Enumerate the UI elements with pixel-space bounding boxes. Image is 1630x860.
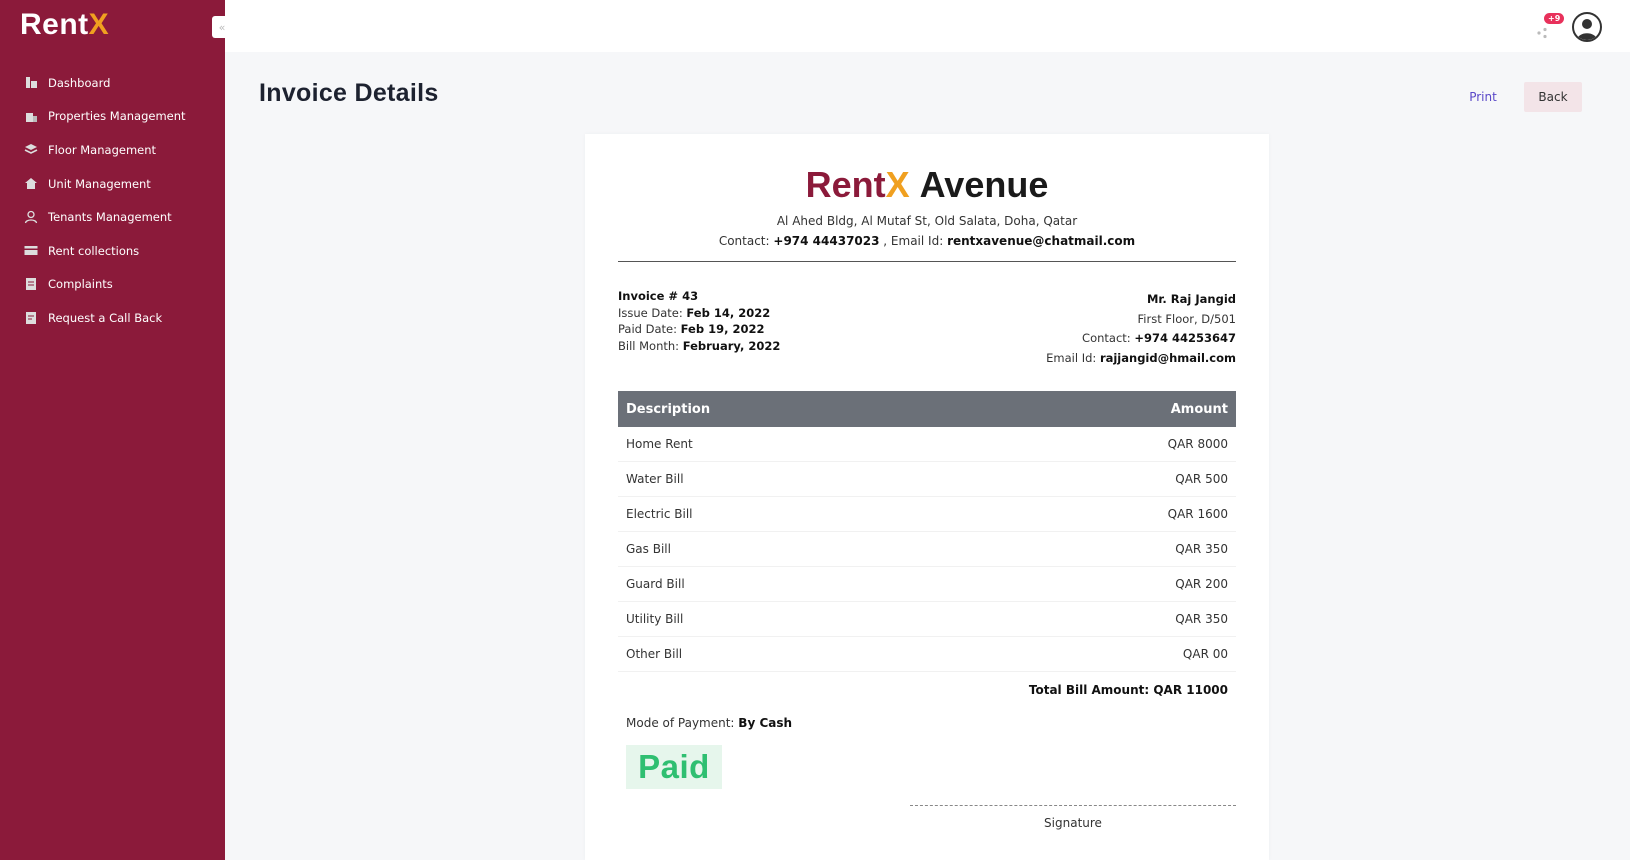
row-description: Utility Bill — [626, 612, 684, 626]
share-icon — [1536, 24, 1548, 43]
invoice-table: Description Amount Home Rent QAR 8000 Wat… — [618, 391, 1236, 707]
total-amount: Total Bill Amount: QAR 11000 — [1028, 682, 1228, 697]
user-icon — [24, 210, 38, 224]
brand-rent: Rent — [805, 164, 886, 205]
company-contact: Contact: +974 44437023 , Email Id: rentx… — [585, 234, 1269, 248]
table-row: Home Rent QAR 8000 — [618, 427, 1236, 462]
row-amount: QAR 500 — [1175, 472, 1228, 486]
tenant-email: rajjangid@hmail.com — [1099, 350, 1236, 365]
sidebar-item-label: Properties Management — [48, 109, 186, 124]
row-amount: QAR 200 — [1175, 577, 1228, 591]
sidebar-item-rent-collections[interactable]: Rent collections — [0, 234, 225, 268]
row-amount: QAR 350 — [1175, 612, 1228, 626]
back-button[interactable]: Back — [1524, 82, 1582, 112]
tenant-contact: +974 44253647 — [1134, 331, 1236, 345]
row-amount: QAR 1600 — [1167, 507, 1228, 521]
brand-name: Avenue — [919, 164, 1049, 205]
home-icon — [24, 177, 38, 191]
tenant-name: Mr. Raj Jangid — [1146, 292, 1236, 306]
sidebar-item-label: Request a Call Back — [48, 310, 163, 325]
sidebar-item-label: Tenants Management — [48, 210, 172, 225]
row-description: Other Bill — [626, 647, 683, 661]
card-icon — [24, 244, 38, 258]
building-icon — [24, 109, 38, 123]
sidebar-item-floor[interactable]: Floor Management — [0, 133, 225, 167]
invoice-meta: Invoice # 43 Issue Date: Feb 14, 2022 Pa… — [618, 288, 780, 354]
print-button[interactable]: Print — [1452, 82, 1514, 112]
layers-icon — [24, 143, 38, 157]
column-description: Description — [626, 401, 711, 417]
logo-text: Rent — [20, 8, 89, 41]
paid-date: Feb 19, 2022 — [680, 322, 765, 336]
sidebar-item-properties[interactable]: Properties Management — [0, 100, 225, 134]
table-row: Gas Bill QAR 350 — [618, 532, 1236, 567]
sidebar-item-label: Dashboard — [48, 75, 111, 90]
column-amount: Amount — [1170, 401, 1228, 417]
sidebar-item-unit[interactable]: Unit Management — [0, 167, 225, 201]
user-avatar[interactable] — [1572, 12, 1602, 42]
row-description: Electric Bill — [626, 507, 693, 521]
row-description: Water Bill — [626, 472, 684, 486]
invoice-number: Invoice # 43 — [618, 289, 699, 303]
top-bar — [225, 0, 1630, 52]
row-description: Home Rent — [626, 437, 693, 451]
contact-label: Contact: — [718, 234, 770, 248]
issue-date-label: Issue Date: — [618, 305, 683, 320]
sidebar-item-label: Rent collections — [48, 243, 140, 258]
table-row: Guard Bill QAR 200 — [618, 567, 1236, 602]
tenant-contact-label: Contact: — [1082, 331, 1131, 345]
brand-x: X — [885, 164, 910, 205]
table-row: Other Bill QAR 00 — [618, 637, 1236, 672]
sidebar-item-complaints[interactable]: Complaints — [0, 268, 225, 302]
row-amount: QAR 8000 — [1167, 437, 1228, 451]
sidebar-item-call-back[interactable]: Request a Call Back — [0, 301, 225, 335]
signature-label: Signature — [1044, 816, 1102, 830]
document-icon — [24, 277, 38, 291]
logo-accent: X — [88, 8, 110, 41]
table-row: Electric Bill QAR 1600 — [618, 497, 1236, 532]
phone-document-icon — [24, 311, 38, 325]
notification-button[interactable]: +9 — [1536, 13, 1566, 43]
signature-line — [910, 805, 1236, 806]
sidebar-item-dashboard[interactable]: Dashboard — [0, 66, 225, 100]
paid-status-badge: Paid — [626, 745, 722, 789]
row-amount: QAR 350 — [1175, 542, 1228, 556]
email-label: , Email Id: — [883, 234, 944, 248]
table-row: Water Bill QAR 500 — [618, 462, 1236, 497]
user-avatar-icon — [1577, 19, 1597, 40]
row-description: Gas Bill — [626, 542, 671, 556]
bill-month-label: Bill Month: — [618, 338, 680, 353]
email-value: rentxavenue@chatmail.com — [947, 234, 1136, 248]
company-address: Al Ahed Bldg, Al Mutaf St, Old Salata, D… — [776, 214, 1078, 228]
tenant-email-label: Email Id: — [1046, 350, 1097, 365]
table-row: Utility Bill QAR 350 — [618, 602, 1236, 637]
bill-month: February, 2022 — [682, 338, 781, 353]
sidebar: RentX « Dashboard Properties Management … — [0, 0, 232, 860]
payment-mode: Mode of Payment: By Cash — [626, 716, 792, 730]
payment-mode-label: Mode of Payment: — [626, 716, 735, 730]
divider — [618, 261, 1236, 262]
invoice-card: RentX Avenue Al Ahed Bldg, Al Mutaf St, O… — [585, 134, 1269, 860]
table-header: Description Amount — [618, 391, 1236, 427]
dashboard-icon — [24, 76, 38, 90]
issue-date: Feb 14, 2022 — [686, 305, 771, 320]
sidebar-item-label: Floor Management — [48, 142, 157, 157]
sidebar-item-label: Unit Management — [48, 176, 151, 191]
sidebar-nav: Dashboard Properties Management Floor Ma… — [0, 66, 225, 335]
app-logo[interactable]: RentX — [20, 8, 109, 42]
tenant-address: First Floor, D/501 — [1137, 311, 1236, 326]
row-description: Guard Bill — [626, 577, 685, 591]
payment-mode-value: By Cash — [738, 716, 793, 730]
row-amount: QAR 00 — [1182, 647, 1228, 661]
contact-value: +974 44437023 — [773, 234, 880, 248]
invoice-brand: RentX Avenue — [585, 164, 1269, 206]
sidebar-item-tenants[interactable]: Tenants Management — [0, 200, 225, 234]
tenant-info: Mr. Raj Jangid First Floor, D/501 Contac… — [1046, 290, 1236, 368]
paid-date-label: Paid Date: — [618, 322, 677, 336]
sidebar-item-label: Complaints — [48, 277, 113, 292]
page-title: Invoice Details — [259, 79, 439, 107]
notification-badge: +9 — [1544, 13, 1565, 24]
